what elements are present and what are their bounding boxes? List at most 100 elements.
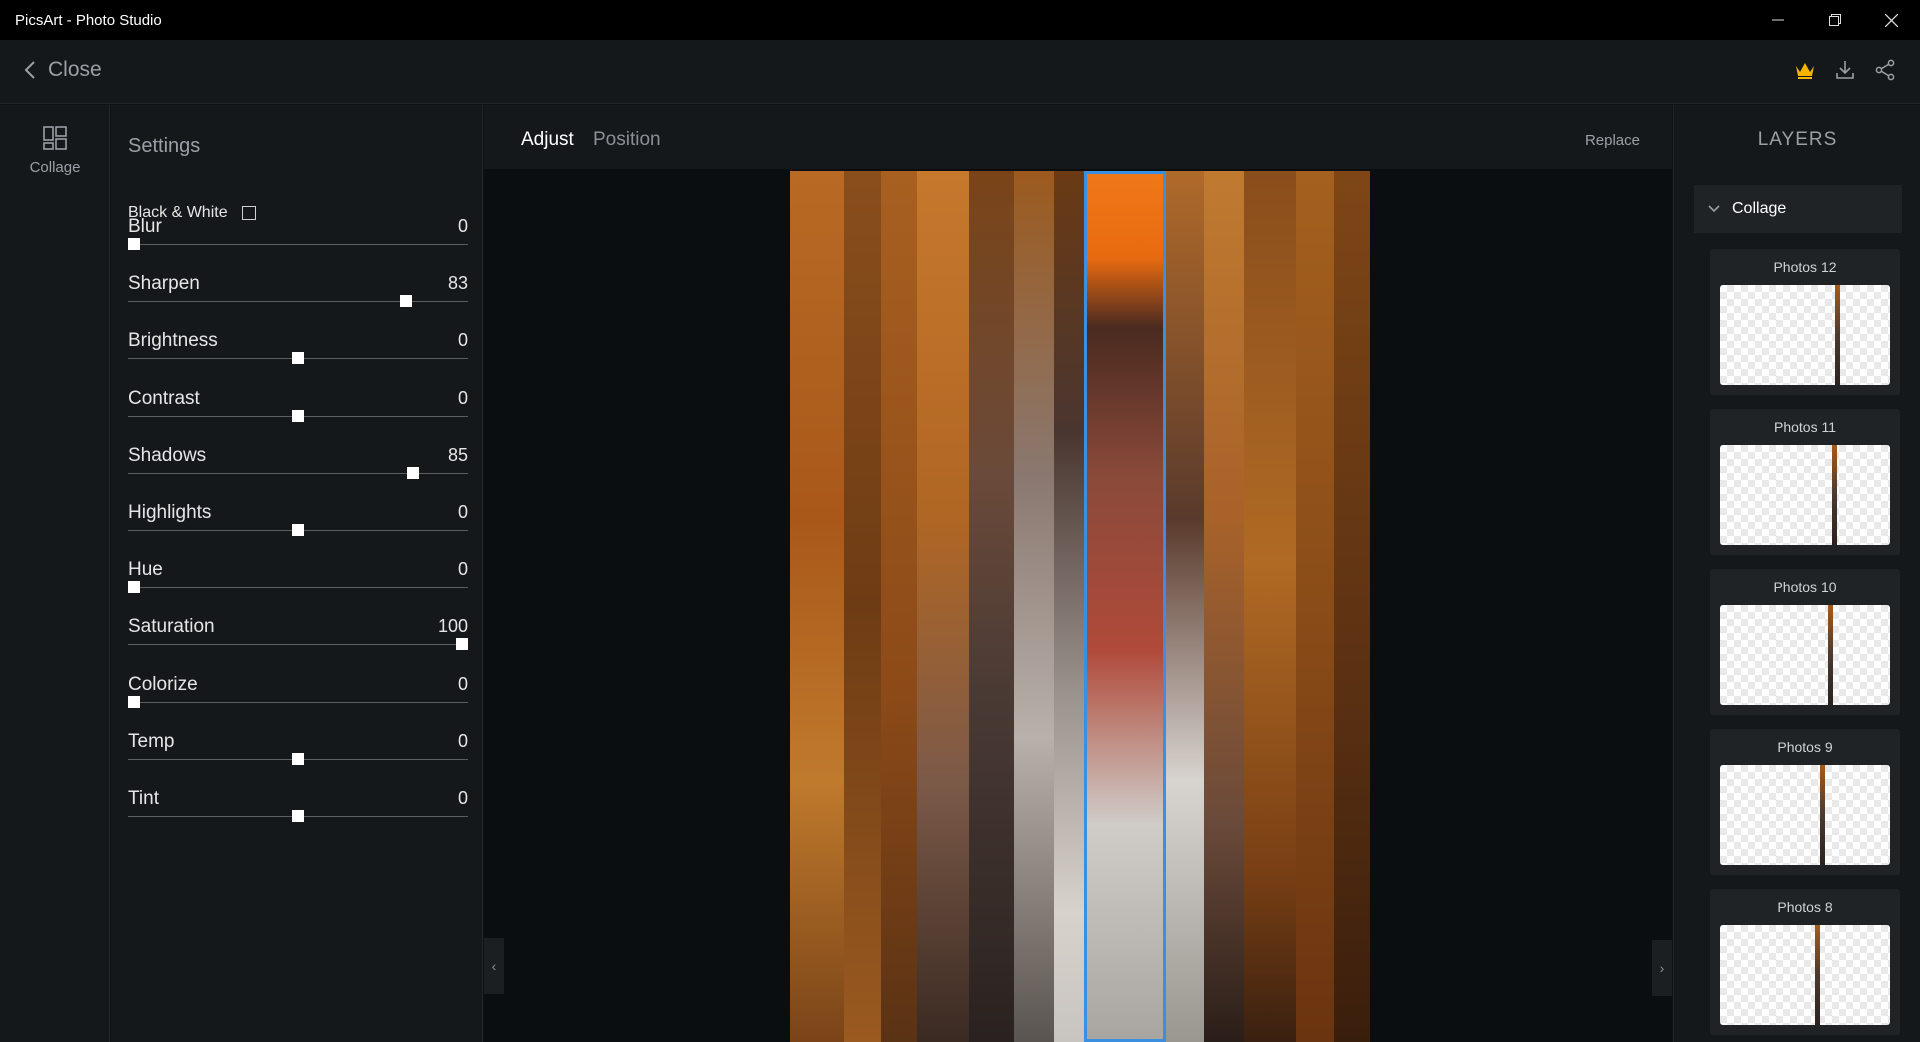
slider-tint[interactable]: Tint 0 [128,788,468,838]
left-rail: Collage [0,105,110,1042]
slider-thumb[interactable] [406,466,419,479]
close-label: Close [48,58,102,81]
slider-value: 85 [447,444,468,465]
collage-photo-strip[interactable] [1296,171,1334,1042]
restore-button[interactable] [1806,0,1863,40]
collage-photo-strip[interactable] [1334,171,1370,1042]
slider-thumb[interactable] [292,352,304,365]
slider-thumb[interactable] [400,295,413,308]
layer-thumbnail [1720,925,1890,1025]
slider-thumb[interactable] [292,409,304,422]
layer-item[interactable]: Photos 9 [1710,729,1900,875]
slider-label: Colorize [128,673,198,695]
slider-label: Hue [128,559,163,581]
layer-group-label: Collage [1732,200,1787,217]
editor-area: Adjust Position Replace ‹ › [484,105,1672,1042]
slider-value: 100 [437,616,468,637]
collapse-left-button[interactable]: ‹ [484,938,504,994]
rail-item-collage[interactable]: Collage [0,125,110,176]
slider-value: 83 [447,273,468,294]
slider-sharpen[interactable]: Sharpen 83 [128,273,468,323]
slider-saturation[interactable]: Saturation 100 [128,616,468,666]
chevron-left-icon: ‹ [491,958,497,974]
slider-thumb[interactable] [128,581,140,594]
slider-label: Sharpen [128,273,200,295]
slider-hue[interactable]: Hue 0 [128,559,468,609]
slider-track[interactable] [128,644,468,646]
slider-thumb[interactable] [128,238,140,250]
slider-value: 0 [457,559,468,580]
tab-position[interactable]: Position [593,129,661,151]
download-icon[interactable] [1834,59,1856,81]
slider-track[interactable] [128,587,468,589]
close-window-button[interactable] [1863,0,1920,40]
layer-thumbnail [1720,445,1890,545]
slider-value: 0 [457,502,468,522]
close-icon [1885,13,1898,27]
slider-temp[interactable]: Temp 0 [128,731,468,781]
slider-label: Tint [128,788,159,809]
app-bar: Close [0,40,1920,104]
slider-shadows[interactable]: Shadows 85 [128,445,468,495]
layers-title: LAYERS [1757,129,1838,150]
share-icon[interactable] [1874,59,1896,81]
layer-item[interactable]: Photos 8 [1710,889,1900,1035]
slider-track[interactable] [128,701,468,703]
slider-label: Shadows [128,444,207,466]
settings-panel: Settings Black & White Blur 0 Sharpen 83 Bri… [111,105,483,1042]
slider-colorize[interactable]: Colorize 0 [128,674,468,724]
layer-group-collage[interactable]: Collage [1694,185,1902,233]
collage-icon [43,126,67,150]
collage-canvas[interactable] [790,171,1370,1042]
slider-label: Temp [128,730,175,752]
collage-photo-strip[interactable] [969,171,1014,1042]
close-editor-button[interactable]: Close [24,58,102,82]
layer-name: Photos 12 [1773,259,1837,275]
layer-thumbnail [1720,605,1890,705]
chevron-left-icon [24,61,35,79]
slider-value: 0 [457,730,468,751]
minimize-button[interactable] [1749,0,1806,40]
editor-tabs: Adjust Position Replace [484,105,1672,169]
collage-photo-strip[interactable] [844,171,881,1042]
slider-thumb[interactable] [292,524,304,536]
replace-button[interactable]: Replace [1585,132,1640,149]
layer-item[interactable]: Photos 11 [1710,409,1900,555]
collage-photo-strip[interactable] [1204,171,1244,1042]
layer-item[interactable]: Photos 12 [1710,249,1900,395]
layers-panel: LAYERS Collage Photos 12 Photos 11 Photos … [1673,105,1920,1042]
slider-thumb[interactable] [292,810,304,822]
slider-thumb[interactable] [292,752,304,765]
collage-photo-strip[interactable] [917,171,969,1042]
layer-name: Photos 10 [1773,579,1837,595]
slider-track[interactable] [128,301,468,303]
collage-photo-strip[interactable] [1054,171,1084,1042]
layer-thumbnail [1720,285,1890,385]
slider-value: 0 [457,330,468,351]
collage-photo-strip[interactable] [881,171,917,1042]
crown-icon[interactable] [1794,59,1816,81]
slider-blur[interactable]: Blur 0 [128,216,468,266]
slider-thumb[interactable] [128,695,140,708]
rail-item-label: Collage [29,159,81,176]
slider-contrast[interactable]: Contrast 0 [128,388,468,438]
collage-photo-strip[interactable] [1244,171,1296,1042]
tab-adjust[interactable]: Adjust [521,129,574,151]
slider-value: 0 [457,673,468,694]
layer-item[interactable]: Photos 10 [1710,569,1900,715]
collage-photo-strip-selected[interactable] [1084,171,1166,1042]
collage-photo-strip[interactable] [790,171,844,1042]
layer-name: Photos 8 [1777,899,1833,915]
slider-track[interactable] [128,244,468,245]
slider-label: Blur [128,216,162,237]
slider-thumb[interactable] [456,638,468,651]
slider-label: Saturation [128,616,215,638]
slider-value: 0 [457,216,468,236]
collapse-right-button[interactable]: › [1652,940,1672,996]
slider-highlights[interactable]: Highlights 0 [128,502,468,552]
collage-photo-strip[interactable] [1166,171,1204,1042]
slider-brightness[interactable]: Brightness 0 [128,330,468,380]
restore-icon [1828,14,1841,26]
collage-photo-strip[interactable] [1014,171,1054,1042]
slider-value: 0 [457,788,468,808]
